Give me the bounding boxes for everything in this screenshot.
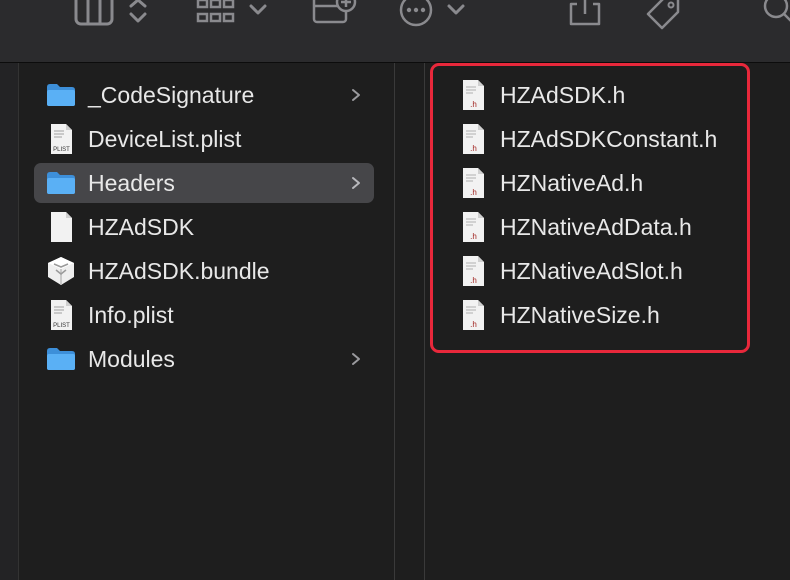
list-item-selected[interactable]: Headers <box>34 163 374 203</box>
tag-icon[interactable] <box>642 0 682 30</box>
item-label: HZAdSDK <box>88 213 195 240</box>
file-badge: PLIST <box>53 323 70 329</box>
list-item[interactable]: _CodeSignature <box>34 75 374 115</box>
share-icon[interactable] <box>568 0 602 30</box>
file-badge: PLIST <box>53 147 70 153</box>
item-label: Headers <box>88 169 175 196</box>
bundle-icon <box>48 257 74 285</box>
plist-file-icon: PLIST <box>51 300 72 330</box>
plist-file-icon: PLIST <box>51 124 72 154</box>
previous-column-edge <box>0 63 19 580</box>
list-item[interactable]: Modules <box>34 339 374 379</box>
folder-icon <box>47 84 75 106</box>
new-folder-icon[interactable] <box>312 0 358 30</box>
list-item[interactable]: HZAdSDK.bundle <box>34 251 374 291</box>
list-item[interactable]: HZAdSDK <box>34 207 374 247</box>
chevron-down-icon[interactable] <box>248 0 268 30</box>
list-item[interactable]: PLIST DeviceList.plist <box>34 119 374 159</box>
chevron-right-icon <box>352 89 360 101</box>
more-icon[interactable] <box>398 0 434 30</box>
item-label: DeviceList.plist <box>88 125 242 152</box>
up-down-chevron-icon[interactable] <box>128 0 148 30</box>
list-item[interactable]: PLIST Info.plist <box>34 295 374 335</box>
item-label: Modules <box>88 345 175 372</box>
folder-icon <box>47 172 75 194</box>
folder-icon <box>47 348 75 370</box>
chevron-down-icon[interactable] <box>446 0 466 30</box>
columns-view-icon[interactable] <box>74 0 116 30</box>
chevron-right-icon <box>352 177 360 189</box>
finder-toolbar <box>0 0 790 63</box>
blank-file-icon <box>51 212 72 242</box>
item-label: HZAdSDK.bundle <box>88 257 270 284</box>
grid-view-icon[interactable] <box>196 0 236 30</box>
item-label: Info.plist <box>88 301 174 328</box>
search-icon[interactable] <box>760 0 790 30</box>
chevron-right-icon <box>352 353 360 365</box>
item-label: _CodeSignature <box>88 81 255 108</box>
annotation-highlight-box <box>430 63 750 353</box>
